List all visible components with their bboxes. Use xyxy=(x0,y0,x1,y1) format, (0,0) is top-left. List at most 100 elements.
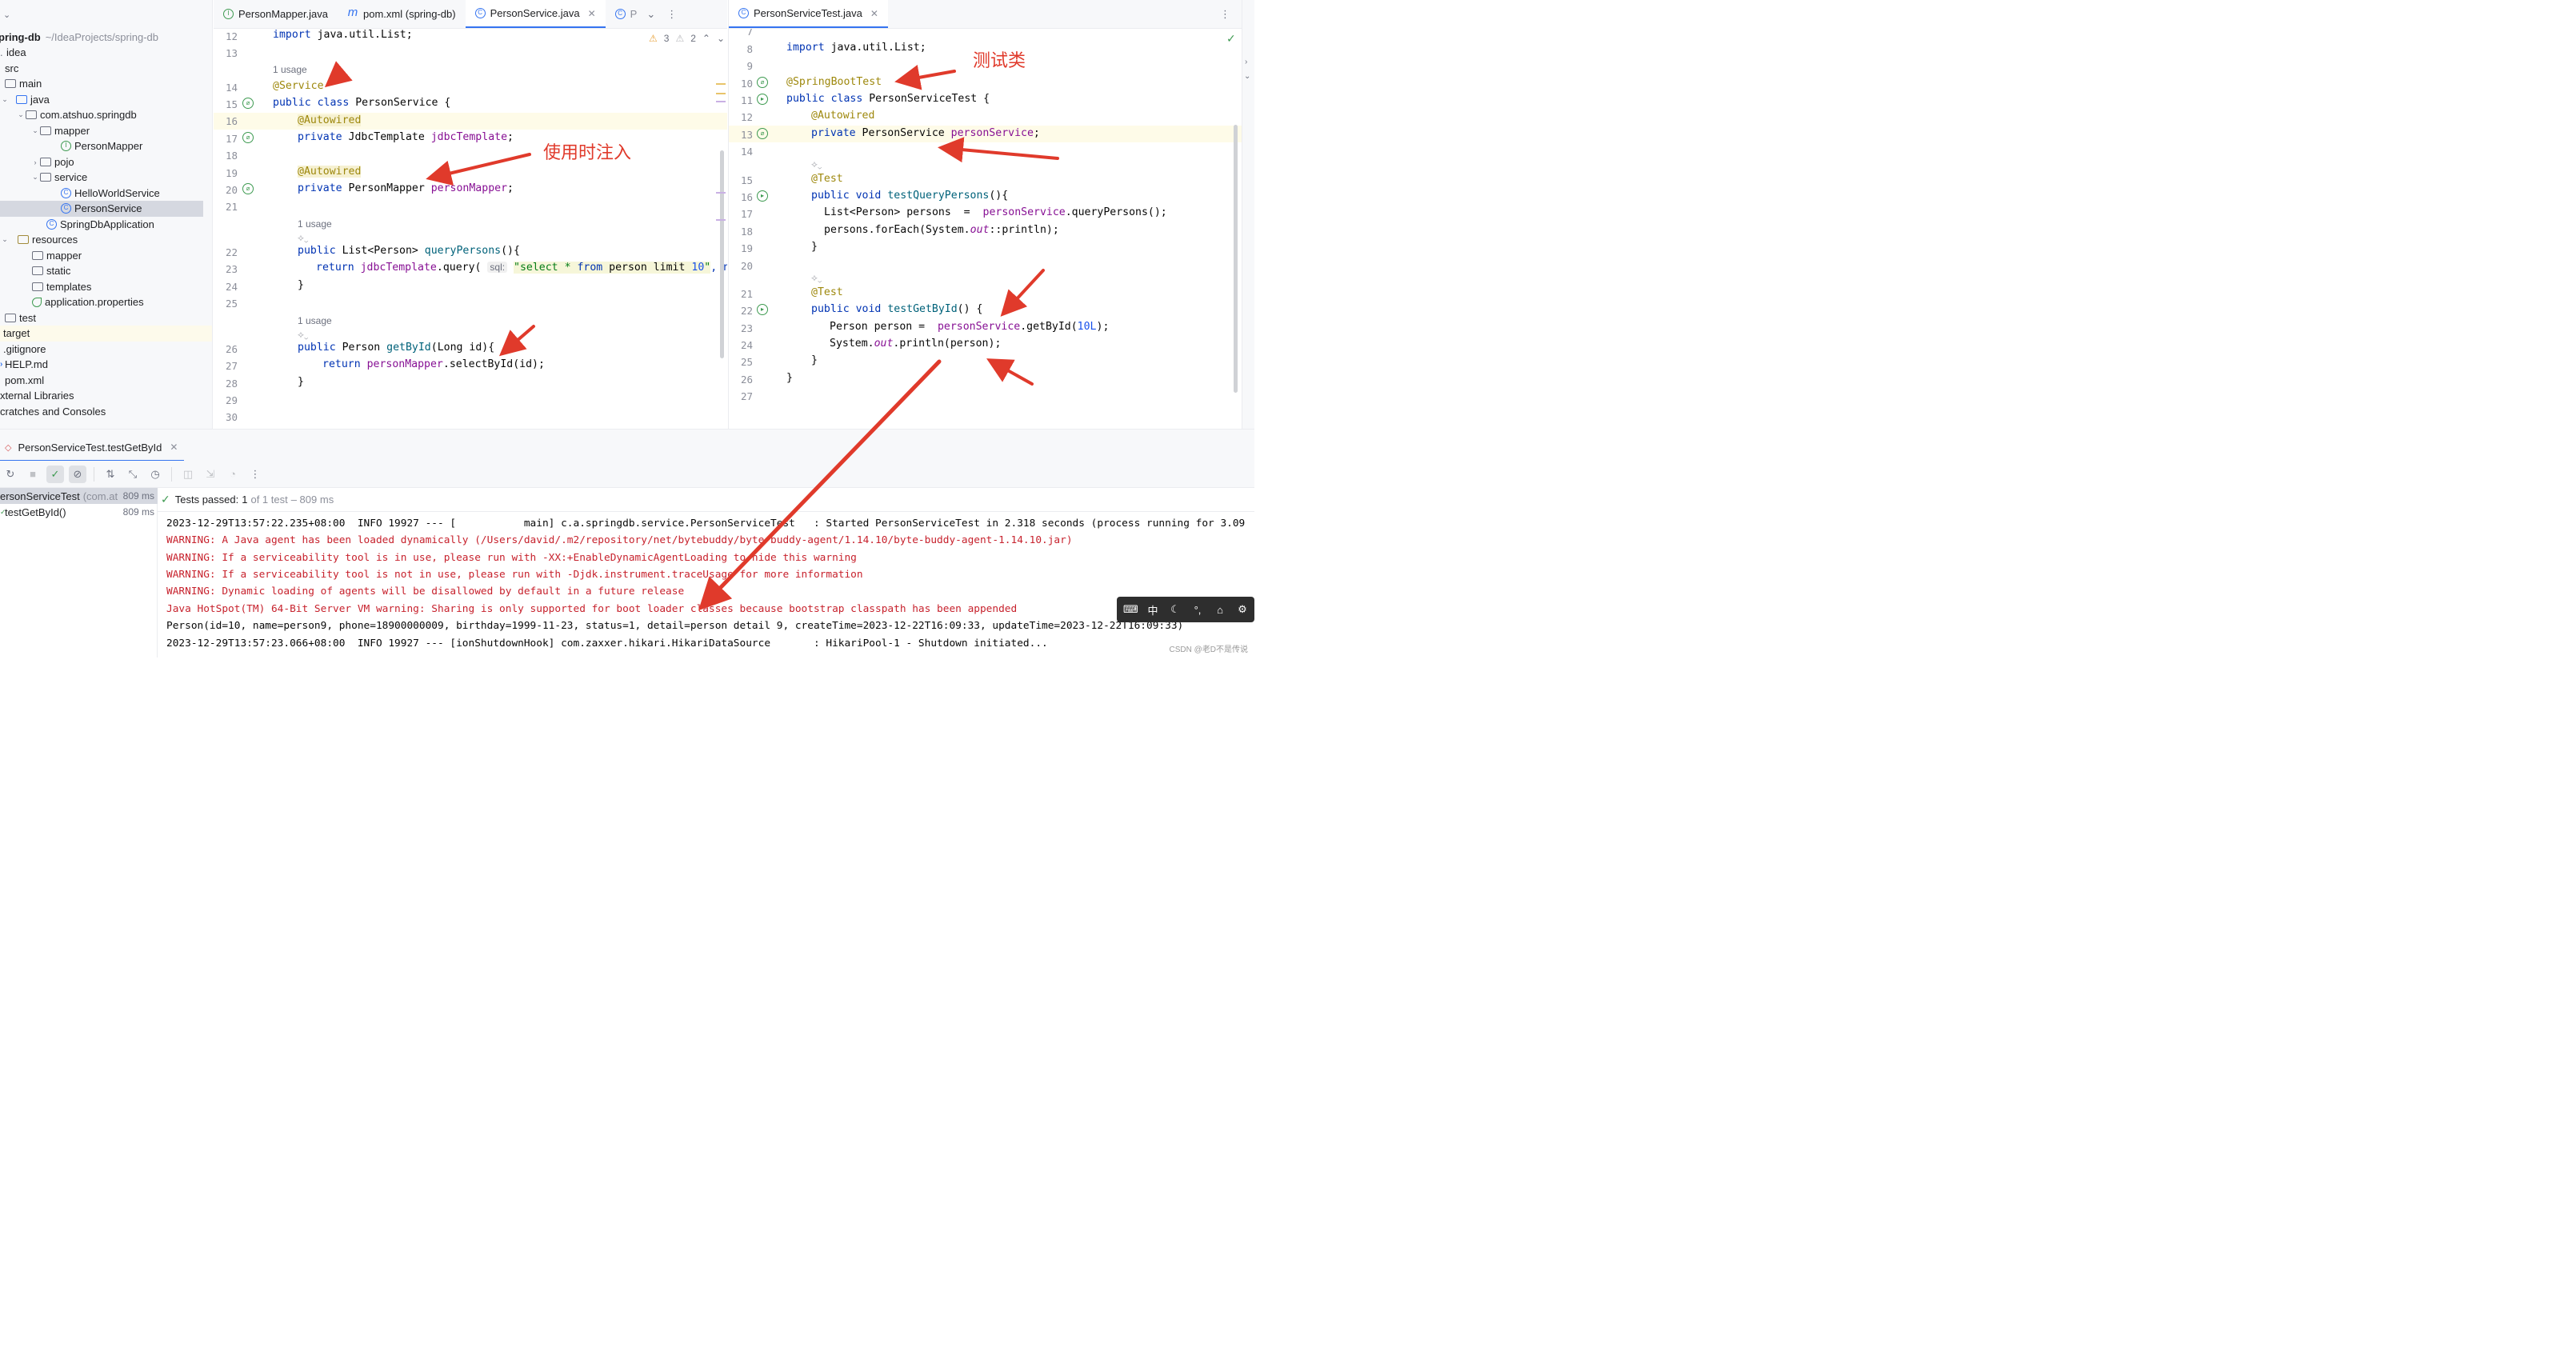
stop-icon[interactable]: ■ xyxy=(24,466,42,483)
moon-icon[interactable]: ☾ xyxy=(1168,603,1182,616)
spring-boot-icon[interactable]: ⌀ xyxy=(757,77,768,88)
ai-assist-icon[interactable]: ⟡⌄ xyxy=(811,272,822,284)
tree-item-scratches[interactable]: cratches and Consoles xyxy=(0,404,212,420)
settings-icon[interactable]: ⚙ xyxy=(1235,603,1250,616)
chevron-down-icon[interactable]: ⌄ xyxy=(16,110,26,119)
run-test-icon[interactable]: ▸ xyxy=(757,304,768,315)
tab-personservice[interactable]: C PersonService.java ✕ xyxy=(465,0,606,28)
spring-bean-icon[interactable]: ⌀ xyxy=(242,132,254,143)
import-icon[interactable]: ⇲ xyxy=(202,466,219,483)
usage-marker[interactable] xyxy=(716,101,726,102)
tree-item-service[interactable]: ⌄ service xyxy=(0,170,212,186)
folder-icon xyxy=(32,282,43,292)
run-test-icon[interactable]: ▸ xyxy=(757,190,768,202)
chevron-down-icon[interactable]: ⌄ xyxy=(0,95,10,104)
warning-marker[interactable] xyxy=(716,93,726,94)
code-text: person limit xyxy=(602,262,692,274)
more-icon[interactable]: ⋮ xyxy=(666,8,677,21)
close-icon[interactable]: ✕ xyxy=(588,8,596,19)
history-icon[interactable]: ◷ xyxy=(146,466,164,483)
tab-pom[interactable]: m pom.xml (spring-db) xyxy=(338,0,466,28)
chevron-down-icon[interactable]: ⌄ xyxy=(3,10,10,20)
chevron-right-icon[interactable]: › xyxy=(30,158,40,166)
coverage-icon[interactable]: ◔ xyxy=(224,466,242,483)
chevron-up-icon[interactable]: ⌃ xyxy=(702,33,710,44)
run-test-icon[interactable]: ▸ xyxy=(757,94,768,105)
tab-overflow[interactable]: CP xyxy=(606,0,641,28)
ai-assist-icon[interactable]: ⟡⌄ xyxy=(298,329,309,341)
tree-item-mapper[interactable]: ⌄ mapper xyxy=(0,123,212,139)
usage-hint[interactable]: 1 usage xyxy=(298,315,332,326)
keyword: public xyxy=(298,342,336,354)
show-passed-icon[interactable]: ✓ xyxy=(46,465,64,483)
left-editor[interactable]: ⚠ 3 ⚠ 2 ⌃ ⌄ 12 13 14 15 16 17 18 19 20 21 … xyxy=(214,29,727,429)
warning-marker[interactable] xyxy=(716,83,726,85)
tree-item-application-properties[interactable]: application.properties xyxy=(0,294,212,310)
tree-item-src[interactable]: src xyxy=(0,61,212,77)
console-output[interactable]: 2023-12-29T13:57:22.235+08:00 INFO 19927… xyxy=(158,512,1254,658)
chevron-down-icon[interactable]: ⌄ xyxy=(30,173,40,182)
tree-item-help-md[interactable]: › HELP.md xyxy=(0,357,212,373)
tree-item-personservice[interactable]: C PersonService xyxy=(0,201,203,217)
chevron-right-icon[interactable]: › xyxy=(1245,58,1247,66)
ai-assist-icon[interactable]: ⟡⌄ xyxy=(298,232,309,244)
ai-assist-icon[interactable]: ⟡⌄ xyxy=(811,158,822,170)
test-case-row[interactable]: ✓ testGetById() 809 ms xyxy=(0,504,158,520)
rerun-icon[interactable]: ↻ xyxy=(2,466,19,483)
punctuation-icon[interactable]: °, xyxy=(1190,604,1205,616)
close-icon[interactable]: ✕ xyxy=(870,8,878,19)
tree-item-java[interactable]: ⌄ java xyxy=(0,92,212,108)
more-icon[interactable]: ⋮ xyxy=(1220,8,1230,21)
string: "select * xyxy=(514,262,578,274)
tree-root[interactable]: pring-db ~/IdeaProjects/spring-db xyxy=(0,30,212,46)
tree-item-main[interactable]: main xyxy=(0,76,212,92)
chevron-down-icon[interactable]: ⌄ xyxy=(646,8,655,21)
tree-item-pom[interactable]: pom.xml xyxy=(0,373,212,389)
tree-item-templates[interactable]: templates xyxy=(0,279,212,295)
chevron-down-icon[interactable]: ⌄ xyxy=(30,126,40,135)
spring-bean-icon[interactable]: ⌀ xyxy=(242,98,254,109)
tab-tools: ⌄ ⋮ xyxy=(640,0,683,28)
tree-item-helloworldservice[interactable]: C HelloWorldService xyxy=(0,186,212,202)
skin-icon[interactable]: ⌂ xyxy=(1213,604,1227,616)
usage-hint[interactable]: 1 usage xyxy=(298,218,332,230)
tree-item-test[interactable]: test xyxy=(0,310,212,326)
tree-item-idea[interactable]: . idea xyxy=(0,45,212,61)
usage-hint[interactable]: 1 usage xyxy=(273,64,307,75)
ime-language[interactable]: 中 xyxy=(1146,602,1160,618)
usage-marker[interactable] xyxy=(716,192,726,194)
tree-item-external-libraries[interactable]: xternal Libraries xyxy=(0,388,212,404)
close-icon[interactable]: ✕ xyxy=(170,442,178,453)
collapse-icon[interactable]: ⤡ xyxy=(124,466,142,483)
chevron-down-icon[interactable]: ⌄ xyxy=(0,235,10,244)
tree-item-target[interactable]: target xyxy=(0,326,212,342)
tab-personmapper[interactable]: I PersonMapper.java xyxy=(214,0,338,28)
chevron-down-icon[interactable]: ⌄ xyxy=(717,33,725,44)
usage-marker[interactable] xyxy=(716,219,726,221)
more-icon[interactable]: ⋮ xyxy=(246,466,264,483)
run-tab[interactable]: ◇ PersonServiceTest.testGetById ✕ xyxy=(0,434,184,462)
tab-personservicetest[interactable]: C PersonServiceTest.java ✕ xyxy=(729,0,888,28)
editor-scrollbar[interactable] xyxy=(1234,125,1238,393)
line-number: 14 xyxy=(225,82,238,94)
camera-icon[interactable]: ◫ xyxy=(179,466,197,483)
spring-bean-icon[interactable]: ⌀ xyxy=(757,128,768,139)
spring-bean-icon[interactable]: ⌀ xyxy=(242,183,254,194)
chevron-down-icon[interactable]: ⌄ xyxy=(1244,72,1250,81)
right-editor[interactable]: ✓ 7 8 9 10 11 12 13 14 15 16 17 18 19 20… xyxy=(728,29,1242,429)
tree-item-package[interactable]: ⌄ com.atshuo.springdb xyxy=(0,107,212,123)
editor-scrollbar[interactable] xyxy=(720,150,724,358)
keyboard-icon[interactable]: ⌨ xyxy=(1123,603,1138,616)
tree-item-res-mapper[interactable]: mapper xyxy=(0,248,212,264)
tree-item-resources[interactable]: ⌄ resources xyxy=(0,232,212,248)
tree-item-gitignore[interactable]: .gitignore xyxy=(0,342,212,358)
tree-item-springdbapplication[interactable]: C SpringDbApplication xyxy=(0,217,212,233)
tree-item-personmapper[interactable]: I PersonMapper xyxy=(0,138,212,154)
code-line-23: Person person = personService.getById(10… xyxy=(830,321,1109,333)
inspection-widget[interactable]: ⚠ 3 ⚠ 2 ⌃ ⌄ xyxy=(649,33,725,44)
tree-item-pojo[interactable]: › pojo xyxy=(0,154,212,170)
sort-icon[interactable]: ⇅ xyxy=(102,466,119,483)
show-ignored-icon[interactable]: ⊘ xyxy=(69,465,86,483)
tree-item-static[interactable]: static xyxy=(0,263,212,279)
test-suite-row[interactable]: ersonServiceTest (com.at 809 ms xyxy=(0,488,158,504)
